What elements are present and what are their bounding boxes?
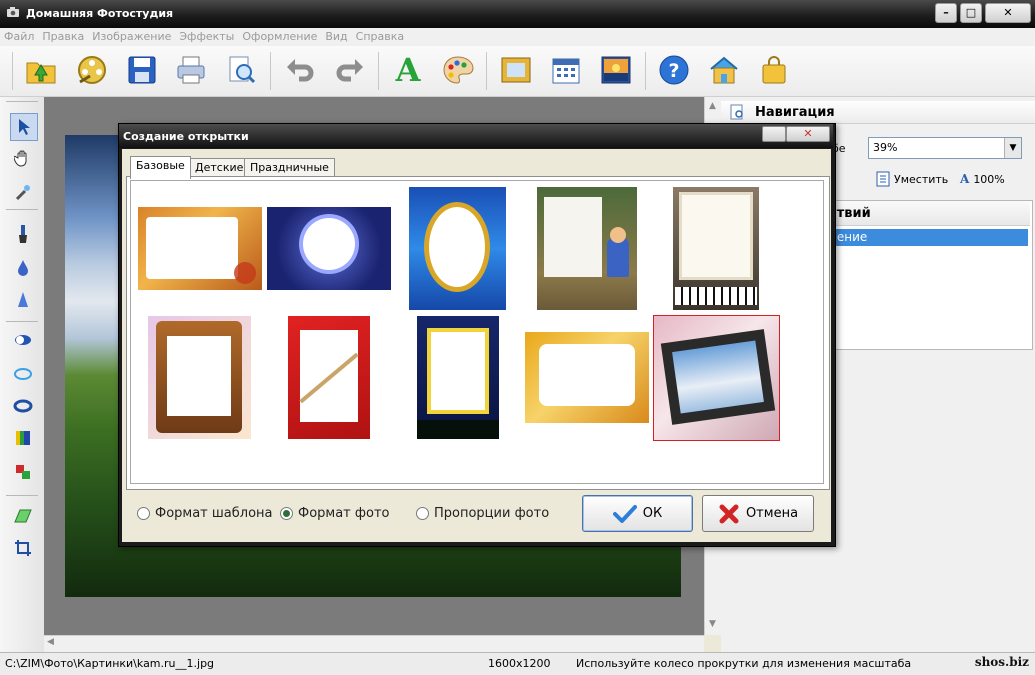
template-thumbnail[interactable] (288, 316, 370, 439)
status-file-path: C:\ZIM\Фото\Картинки\kam.ru__1.jpg (5, 657, 215, 670)
checkmark-icon (612, 504, 637, 523)
format-template-label: Формат шаблона (155, 506, 273, 521)
cone-icon[interactable] (10, 287, 36, 313)
gradient-icon[interactable] (10, 425, 36, 451)
tab-basic[interactable]: Базовые (130, 156, 191, 179)
save-icon[interactable] (124, 52, 160, 88)
tab-holiday[interactable]: Праздничные (244, 158, 335, 177)
status-hint: Используйте колесо прокрутки для изменен… (576, 657, 912, 670)
shopping-bag-icon[interactable] (756, 52, 792, 88)
print-icon[interactable] (173, 52, 209, 88)
scroll-down-icon[interactable]: ▼ (709, 619, 716, 629)
fit-page-icon (876, 171, 890, 187)
ring-dark-icon[interactable] (10, 393, 36, 419)
radio-circle (137, 507, 150, 520)
menu-file[interactable]: Файл (0, 28, 38, 46)
cancel-label: Отмена (745, 506, 799, 521)
eraser-icon[interactable] (10, 503, 36, 529)
cancel-button[interactable]: Отмена (702, 495, 814, 532)
scroll-left-icon[interactable]: ◀ (47, 637, 54, 647)
menu-bar: Файл Правка Изображение Эффекты Оформление Ви… (0, 28, 1035, 46)
menu-help[interactable]: Справка (352, 28, 408, 46)
minimize-button[interactable]: – (935, 3, 957, 23)
template-thumbnail[interactable] (673, 187, 759, 310)
radio-circle (416, 507, 429, 520)
tab-kids[interactable]: Детские (189, 158, 250, 177)
film-reel-icon[interactable] (74, 52, 110, 88)
chevron-down-icon[interactable]: ▼ (1004, 138, 1021, 158)
oval-icon[interactable] (10, 327, 36, 353)
tool-panel (0, 97, 45, 652)
help-icon[interactable]: ? (656, 52, 692, 88)
status-bar: C:\ZIM\Фото\Картинки\kam.ru__1.jpg 1600x… (0, 652, 1035, 675)
navigation-icon (730, 104, 743, 120)
menu-design[interactable]: Оформление (238, 28, 321, 46)
template-thumbnail[interactable] (267, 207, 391, 290)
close-button[interactable]: ✕ (985, 3, 1031, 23)
scroll-up-icon[interactable]: ▲ (709, 101, 716, 111)
template-thumbnail[interactable] (525, 332, 649, 423)
hand-icon[interactable] (10, 145, 36, 171)
format-template-radio[interactable]: Формат шаблона (137, 506, 272, 521)
cancel-x-icon (719, 504, 739, 523)
zoom-100-button[interactable]: A 100% (960, 170, 1005, 188)
app-camera-icon (7, 7, 19, 17)
ok-label: ОК (642, 506, 663, 521)
crop-icon[interactable] (10, 535, 36, 561)
template-thumbnail[interactable] (409, 187, 506, 310)
navigation-header: Навигация (721, 101, 1035, 124)
fit-button[interactable]: Уместить (876, 170, 948, 188)
radio-circle-checked (280, 507, 293, 520)
template-thumbnail[interactable] (138, 207, 262, 290)
redo-icon[interactable] (332, 52, 368, 88)
navigation-title: Навигация (755, 105, 835, 120)
menu-effects[interactable]: Эффекты (175, 28, 238, 46)
drop-icon[interactable] (10, 255, 36, 281)
brush-icon[interactable] (10, 221, 36, 247)
swap-colors-icon[interactable] (10, 459, 36, 485)
zoom-100-label: 100% (973, 172, 1005, 186)
palette-icon[interactable] (440, 52, 476, 88)
preview-icon[interactable] (223, 52, 259, 88)
open-folder-icon[interactable] (23, 52, 59, 88)
home-icon[interactable] (706, 52, 742, 88)
calendar-icon[interactable] (548, 52, 584, 88)
window-titlebar: Домашняя Фотостудия – □ ✕ (0, 0, 1035, 28)
menu-image[interactable]: Изображение (88, 28, 175, 46)
dialog-close-button[interactable]: ✕ (786, 126, 830, 142)
toolbar: A ? (0, 46, 1035, 97)
zoom-select[interactable]: 39% ▼ (868, 137, 1022, 159)
svg-text:?: ? (668, 60, 679, 82)
ok-button[interactable]: ОК (582, 495, 693, 532)
magic-wand-icon[interactable] (10, 179, 36, 205)
menu-edit[interactable]: Правка (38, 28, 88, 46)
format-photo-radio[interactable]: Формат фото (280, 506, 389, 521)
template-thumbnail[interactable] (417, 316, 499, 439)
zoom-value: 39% (873, 141, 898, 154)
dialog-title: Создание открытки (123, 130, 249, 143)
pointer-icon[interactable] (10, 113, 38, 141)
photo-proportions-radio[interactable]: Пропорции фото (416, 506, 549, 521)
ring-icon[interactable] (10, 361, 36, 387)
dialog-titlebar: Создание открытки (119, 124, 833, 148)
menu-view[interactable]: Вид (321, 28, 351, 46)
horizontal-scrollbar[interactable]: ◀ (44, 635, 704, 652)
watermark: shos.biz (974, 655, 1029, 669)
window-title: Домашняя Фотостудия (26, 7, 174, 20)
template-thumbnail[interactable] (148, 316, 251, 439)
undo-icon[interactable] (282, 52, 318, 88)
template-thumbnail-selected[interactable] (653, 315, 780, 441)
zoom-a-icon: A (960, 172, 970, 186)
picture-icon[interactable] (598, 52, 634, 88)
fit-label: Уместить (894, 172, 949, 186)
format-photo-label: Формат фото (298, 506, 390, 521)
text-a-icon[interactable]: A (390, 51, 426, 89)
frame-icon[interactable] (498, 52, 534, 88)
status-image-size: 1600x1200 (488, 657, 551, 670)
photo-proportions-label: Пропорции фото (434, 506, 550, 521)
maximize-button[interactable]: □ (960, 3, 982, 23)
template-thumbnail[interactable] (537, 187, 637, 310)
dialog-minimize-button[interactable] (762, 126, 786, 142)
